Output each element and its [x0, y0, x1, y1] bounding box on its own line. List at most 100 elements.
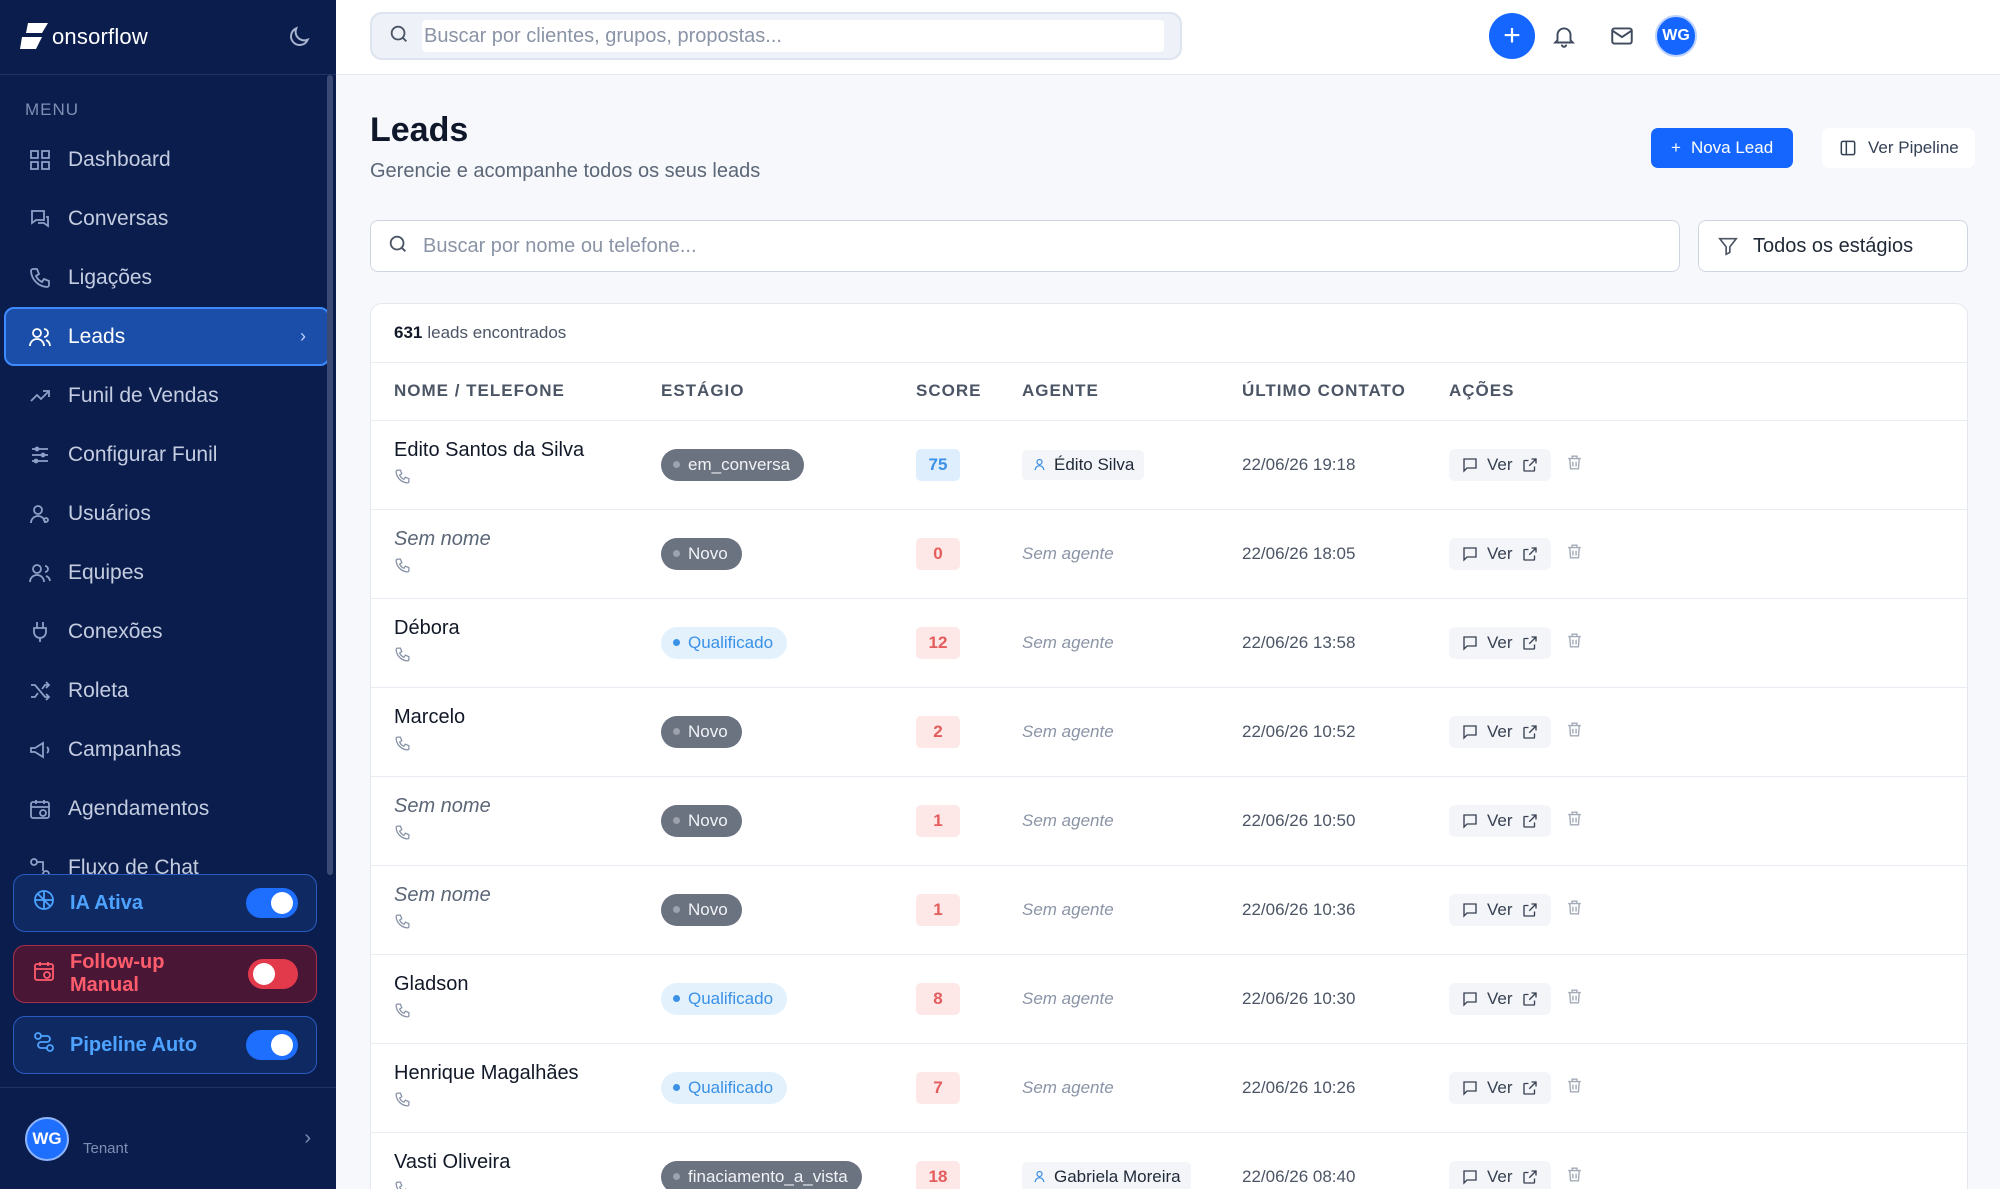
users-icon [28, 325, 52, 349]
chat-icon [1463, 991, 1477, 1007]
trash-icon[interactable] [1565, 453, 1584, 477]
view-pipeline-button[interactable]: Ver Pipeline [1822, 128, 1975, 168]
toggle-ia-ativa[interactable]: IA Ativa [13, 874, 317, 932]
score-badge: 8 [916, 982, 960, 1015]
trending-icon [28, 384, 52, 408]
table-row[interactable]: Débora Qualificado 12 Sem agente 22/06/26 13… [371, 598, 1967, 688]
date-cell: 22/06/26 10:30 [1219, 954, 1426, 1044]
agent-name: Gabriela Moreira [1054, 1166, 1181, 1186]
trash-icon[interactable] [1565, 720, 1584, 744]
sidebar-item-usu-rios[interactable]: Usuários [4, 484, 330, 543]
stage-label: Qualificado [688, 632, 774, 652]
sidebar-item-leads[interactable]: Leads › [4, 307, 330, 366]
table-row[interactable]: Sem nome Novo 0 Sem agente 22/06/26 18:05 Ver [371, 509, 1967, 599]
stage-cell: Novo [638, 865, 893, 955]
lead-name[interactable]: Edito Santos da Silva [394, 439, 638, 462]
name-cell: Edito Santos da Silva [371, 420, 638, 510]
toggle-follow-up[interactable]: Follow-up Manual [13, 945, 317, 1003]
sidebar-item-equipes[interactable]: Equipes [4, 543, 330, 602]
bell-icon[interactable] [1535, 13, 1593, 59]
sidebar-item-configurar-funil[interactable]: Configurar Funil [4, 425, 330, 484]
leads-count-suffix: leads encontrados [427, 323, 567, 342]
switch-pipeline-auto[interactable] [246, 1030, 298, 1060]
view-label: Ver [1487, 988, 1513, 1008]
view-lead-button[interactable]: Ver [1449, 804, 1551, 837]
column-header[interactable]: NOME / TELEFONE [371, 363, 638, 421]
table-row[interactable]: Marcelo Novo 2 Sem agente 22/06/26 10:52 Ver [371, 687, 1967, 777]
switch-ia-ativa[interactable] [246, 888, 298, 918]
external-link-icon [1522, 724, 1537, 739]
table-row[interactable]: Gladson Qualificado 8 Sem agente 22/06/26 10… [371, 954, 1967, 1044]
agent-cell: Sem agente [999, 776, 1219, 866]
trash-icon[interactable] [1565, 1165, 1584, 1189]
lead-search[interactable] [370, 220, 1680, 272]
trash-icon[interactable] [1565, 898, 1584, 922]
topbar: + WG [336, 0, 2000, 75]
view-lead-button[interactable]: Ver [1449, 715, 1551, 748]
lead-name[interactable]: Gladson [394, 973, 638, 996]
lead-name[interactable]: Marcelo [394, 706, 638, 729]
view-lead-button[interactable]: Ver [1449, 626, 1551, 659]
name-cell: Vasti Oliveira [371, 1132, 638, 1189]
sidebar-scrollbar[interactable] [327, 75, 333, 875]
lead-name[interactable]: Sem nome [394, 795, 638, 818]
lead-name[interactable]: Vasti Oliveira [394, 1151, 638, 1174]
sidebar-item-campanhas[interactable]: Campanhas [4, 720, 330, 779]
user-footer[interactable]: WG Tenant › [0, 1087, 336, 1189]
stage-filter-select[interactable]: Todos os estágios [1698, 220, 1968, 272]
view-label: Ver [1487, 632, 1513, 652]
stage-badge: Qualificado [661, 1071, 788, 1104]
brand-logo[interactable]: onsorflow [20, 17, 148, 57]
lead-name[interactable]: Henrique Magalhães [394, 1062, 638, 1085]
sidebar-item-conversas[interactable]: Conversas [4, 189, 330, 248]
score-badge: 12 [916, 626, 960, 659]
view-lead-button[interactable]: Ver [1449, 982, 1551, 1015]
brand-header: onsorflow [0, 0, 336, 75]
phone-icon [394, 996, 638, 1024]
lead-name[interactable]: Sem nome [394, 884, 638, 907]
date-cell: 22/06/26 10:36 [1219, 865, 1426, 955]
sidebar-item-roleta[interactable]: Roleta [4, 661, 330, 720]
sidebar-item-dashboard[interactable]: Dashboard [4, 130, 330, 189]
lead-search-input[interactable] [423, 234, 1679, 258]
lead-name[interactable]: Débora [394, 617, 638, 640]
toggle-group: IA Ativa Follow-up Manual Pipeline Auto [13, 874, 317, 1087]
global-search[interactable] [370, 12, 1182, 60]
column-header[interactable]: SCORE [893, 363, 999, 421]
trash-icon[interactable] [1565, 1076, 1584, 1100]
sidebar-item-funil-de-vendas[interactable]: Funil de Vendas [4, 366, 330, 425]
trash-icon[interactable] [1565, 987, 1584, 1011]
trash-icon[interactable] [1565, 631, 1584, 655]
user-avatar[interactable]: WG [1655, 15, 1697, 57]
toggle-pipeline-auto[interactable]: Pipeline Auto [13, 1016, 317, 1074]
view-lead-button[interactable]: Ver [1449, 893, 1551, 926]
view-label: Ver [1487, 810, 1513, 830]
mail-icon[interactable] [1593, 13, 1651, 59]
new-lead-button[interactable]: + Nova Lead [1651, 128, 1794, 168]
trash-icon[interactable] [1565, 809, 1584, 833]
view-lead-button[interactable]: Ver [1449, 1071, 1551, 1104]
trash-icon[interactable] [1565, 542, 1584, 566]
table-row[interactable]: Vasti Oliveira finaciamento_a_vista 18 Gabr… [371, 1132, 1967, 1189]
column-header[interactable]: ESTÁGIO [638, 363, 893, 421]
table-row[interactable]: Edito Santos da Silva em_conversa 75 Édito … [371, 420, 1967, 510]
quick-add-button[interactable]: + [1489, 13, 1535, 59]
sidebar-item-agendamentos[interactable]: Agendamentos [4, 779, 330, 838]
global-search-input[interactable] [424, 24, 1164, 48]
table-row[interactable]: Sem nome Novo 1 Sem agente 22/06/26 10:50 Ver [371, 776, 1967, 866]
sidebar-item-liga-es[interactable]: Ligações [4, 248, 330, 307]
lead-name[interactable]: Sem nome [394, 528, 638, 551]
table-row[interactable]: Henrique Magalhães Qualificado 7 Sem agente… [371, 1043, 1967, 1133]
column-header[interactable]: AGENTE [999, 363, 1219, 421]
switch-follow-up[interactable] [247, 959, 298, 989]
chevron-right-icon: › [304, 1127, 311, 1149]
agent-cell: Sem agente [999, 509, 1219, 599]
view-lead-button[interactable]: Ver [1449, 537, 1551, 570]
phone-icon [394, 1085, 638, 1113]
table-row[interactable]: Sem nome Novo 1 Sem agente 22/06/26 10:36 Ver [371, 865, 1967, 955]
view-lead-button[interactable]: Ver [1449, 448, 1551, 481]
moon-icon[interactable] [286, 24, 312, 50]
sidebar-item-conex-es[interactable]: Conexões [4, 602, 330, 661]
view-lead-button[interactable]: Ver [1449, 1160, 1551, 1189]
column-header[interactable]: ÚLTIMO CONTATO [1219, 363, 1426, 421]
